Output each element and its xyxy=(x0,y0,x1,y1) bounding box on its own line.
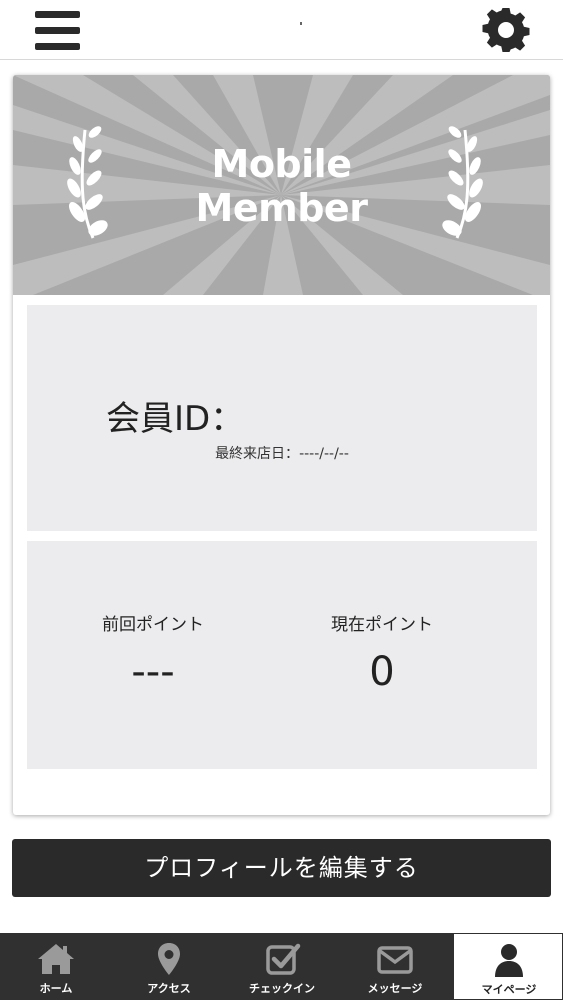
header-title-mark xyxy=(300,22,302,25)
last-visit-value: ----/--/-- xyxy=(299,446,349,462)
menu-bar xyxy=(35,11,80,18)
tab-access-label: アクセス xyxy=(147,982,191,995)
last-visit-label: 最終来店日： xyxy=(215,446,300,462)
gear-icon[interactable] xyxy=(482,6,530,54)
tab-home[interactable]: ホーム xyxy=(1,933,111,1000)
member-id-panel: 会員ID： 最終来店日：----/--/-- xyxy=(27,305,537,531)
tab-access[interactable]: アクセス xyxy=(114,933,224,1000)
member-banner: Mobile Member xyxy=(13,75,550,295)
menu-bar xyxy=(35,27,80,34)
tab-mypage-label: マイページ xyxy=(481,983,537,996)
edit-profile-button[interactable]: プロフィールを編集する xyxy=(12,839,551,897)
last-visit-date: 最終来店日：----/--/-- xyxy=(27,443,537,463)
user-icon xyxy=(495,944,523,977)
hamburger-menu-icon[interactable] xyxy=(35,11,80,51)
tab-home-label: ホーム xyxy=(39,982,73,995)
home-icon xyxy=(38,944,74,974)
tab-checkin-label: チェックイン xyxy=(249,982,315,995)
current-points-value: 0 xyxy=(369,649,395,695)
tab-message-label: メッセージ xyxy=(367,982,423,995)
checkbox-icon xyxy=(266,943,301,975)
laurel-right-icon xyxy=(442,126,483,239)
app-header xyxy=(0,0,563,60)
previous-points: 前回ポイント --- xyxy=(38,613,268,697)
previous-points-label: 前回ポイント xyxy=(102,615,204,635)
menu-bar xyxy=(35,43,80,50)
tab-checkin[interactable]: チェックイン xyxy=(227,933,337,1000)
member-id-label: 会員ID： xyxy=(106,399,245,439)
current-points: 現在ポイント 0 xyxy=(267,613,497,697)
map-pin-icon xyxy=(158,943,180,975)
previous-points-value: --- xyxy=(131,649,175,695)
bottom-tab-bar: ホーム アクセス チェックイン メッセージ マイページ xyxy=(0,933,563,1000)
tab-message[interactable]: メッセージ xyxy=(340,933,450,1000)
member-card: Mobile Member 会員ID： 最終来店日：----/--/-- 前回ポ… xyxy=(13,75,550,815)
envelope-icon xyxy=(377,946,413,974)
tab-mypage[interactable]: マイページ xyxy=(453,933,563,1000)
current-points-label: 現在ポイント xyxy=(331,615,433,635)
points-panel: 前回ポイント --- 現在ポイント 0 xyxy=(27,541,537,769)
